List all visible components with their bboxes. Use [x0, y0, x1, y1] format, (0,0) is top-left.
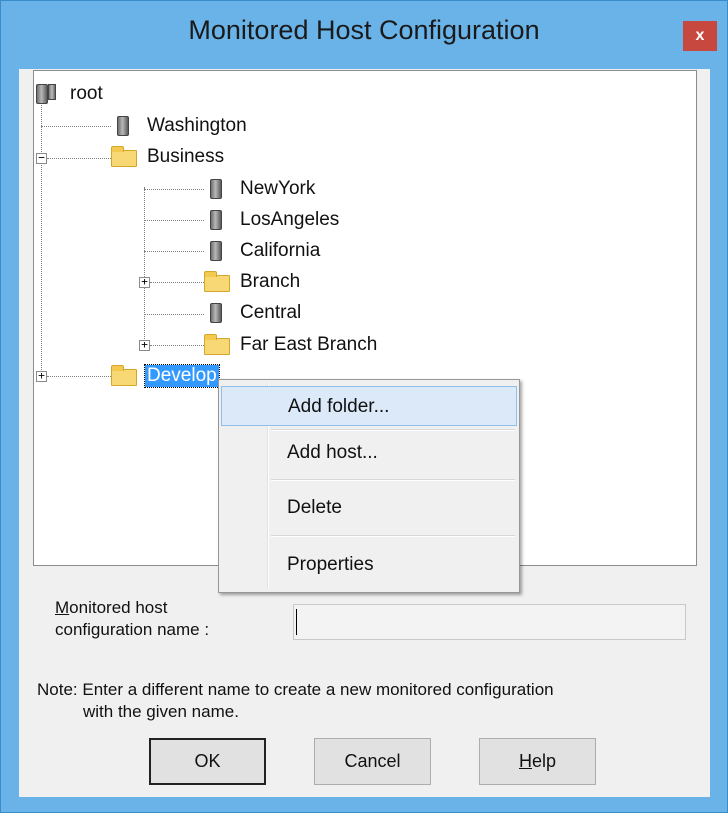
menu-item-add-folder[interactable]: Add folder...: [221, 386, 517, 426]
dialog-title: Monitored Host Configuration: [188, 15, 540, 45]
tree-node-newyork[interactable]: NewYork: [204, 176, 315, 202]
collapse-business-toggle[interactable]: −: [36, 152, 47, 164]
mnemonic-char: M: [55, 598, 70, 617]
menu-item-label: Add host...: [287, 442, 378, 463]
tree-node-label: root: [70, 83, 103, 104]
expand-develop-toggle[interactable]: +: [36, 370, 47, 382]
note-line-2: with the given name.: [83, 702, 239, 721]
tree-connector-line: [47, 376, 111, 377]
config-name-input[interactable]: [293, 604, 686, 640]
tree-node-label: LosAngeles: [240, 209, 340, 230]
expand-far-east-branch-toggle[interactable]: +: [139, 339, 150, 351]
menu-item-properties[interactable]: Properties: [221, 545, 517, 585]
menu-separator: [271, 429, 515, 431]
tree-node-label: Washington: [147, 115, 247, 136]
ok-button[interactable]: OK: [149, 738, 266, 785]
tree-node-washington[interactable]: Washington: [111, 113, 247, 139]
tree-node-central[interactable]: Central: [204, 300, 301, 326]
note-text: Note: Enter a different name to create a…: [37, 679, 554, 723]
tree-connector-line: [150, 282, 204, 283]
tree-node-label: Central: [240, 302, 302, 323]
dialog-window: Monitored Host Configuration x − + + + r…: [0, 0, 728, 813]
tree-node-label: Branch: [240, 271, 301, 292]
tree-connector-line: [144, 189, 204, 190]
tree-node-label-selected: Develop: [144, 364, 220, 388]
tree-node-label: Far East Branch: [240, 334, 378, 355]
cancel-button[interactable]: Cancel: [314, 738, 431, 785]
menu-separator: [271, 535, 515, 537]
tree-node-far-east-branch[interactable]: Far East Branch: [204, 332, 377, 358]
server-icon: [204, 208, 230, 232]
mnemonic-char: H: [518, 751, 532, 771]
tree-connector-line: [144, 251, 204, 252]
menu-item-label: Delete: [287, 497, 342, 518]
label-text-line2: configuration name :: [55, 620, 210, 639]
tree-node-label: NewYork: [240, 178, 316, 199]
server-icon: [204, 177, 230, 201]
menu-item-label: Add folder...: [288, 396, 390, 417]
tree-node-losangeles[interactable]: LosAngeles: [204, 207, 339, 233]
tree-connector-line: [47, 158, 111, 159]
menu-item-delete[interactable]: Delete: [221, 488, 517, 528]
help-button[interactable]: Help: [479, 738, 596, 785]
tree-node-label: California: [240, 240, 321, 261]
tree-connector-line: [144, 220, 204, 221]
folder-icon: [111, 364, 137, 388]
tree-node-develop[interactable]: Develop: [111, 363, 220, 389]
server-icon: [36, 82, 58, 106]
folder-icon: [204, 333, 230, 357]
menu-item-label: Properties: [287, 554, 374, 575]
tree-connector-line: [150, 345, 204, 346]
menu-item-add-host[interactable]: Add host...: [221, 433, 517, 473]
server-icon: [111, 114, 137, 138]
server-icon: [204, 239, 230, 263]
expand-branch-toggle[interactable]: +: [139, 276, 150, 288]
tree-connector-line: [144, 187, 145, 347]
menu-separator: [271, 479, 515, 481]
tree-node-root[interactable]: root: [36, 81, 103, 107]
folder-icon: [204, 270, 230, 294]
label-text: onitored host: [69, 598, 168, 617]
tree-node-california[interactable]: California: [204, 238, 320, 264]
close-button[interactable]: x: [683, 21, 717, 51]
config-name-label: Monitored host configuration name :: [55, 597, 209, 641]
context-menu: Add folder... Add host... Delete Propert…: [218, 379, 520, 593]
server-icon: [204, 301, 230, 325]
tree-node-branch[interactable]: Branch: [204, 269, 300, 295]
tree-node-business[interactable]: Business: [111, 144, 224, 170]
tree-connector-line: [41, 97, 42, 378]
help-label: elp: [531, 751, 557, 771]
note-line-1: Note: Enter a different name to create a…: [37, 680, 554, 699]
tree-node-label: Business: [147, 146, 225, 167]
title-bar[interactable]: Monitored Host Configuration x: [1, 1, 727, 69]
tree-connector-line: [41, 126, 111, 127]
folder-icon: [111, 145, 137, 169]
tree-connector-line: [144, 314, 204, 315]
